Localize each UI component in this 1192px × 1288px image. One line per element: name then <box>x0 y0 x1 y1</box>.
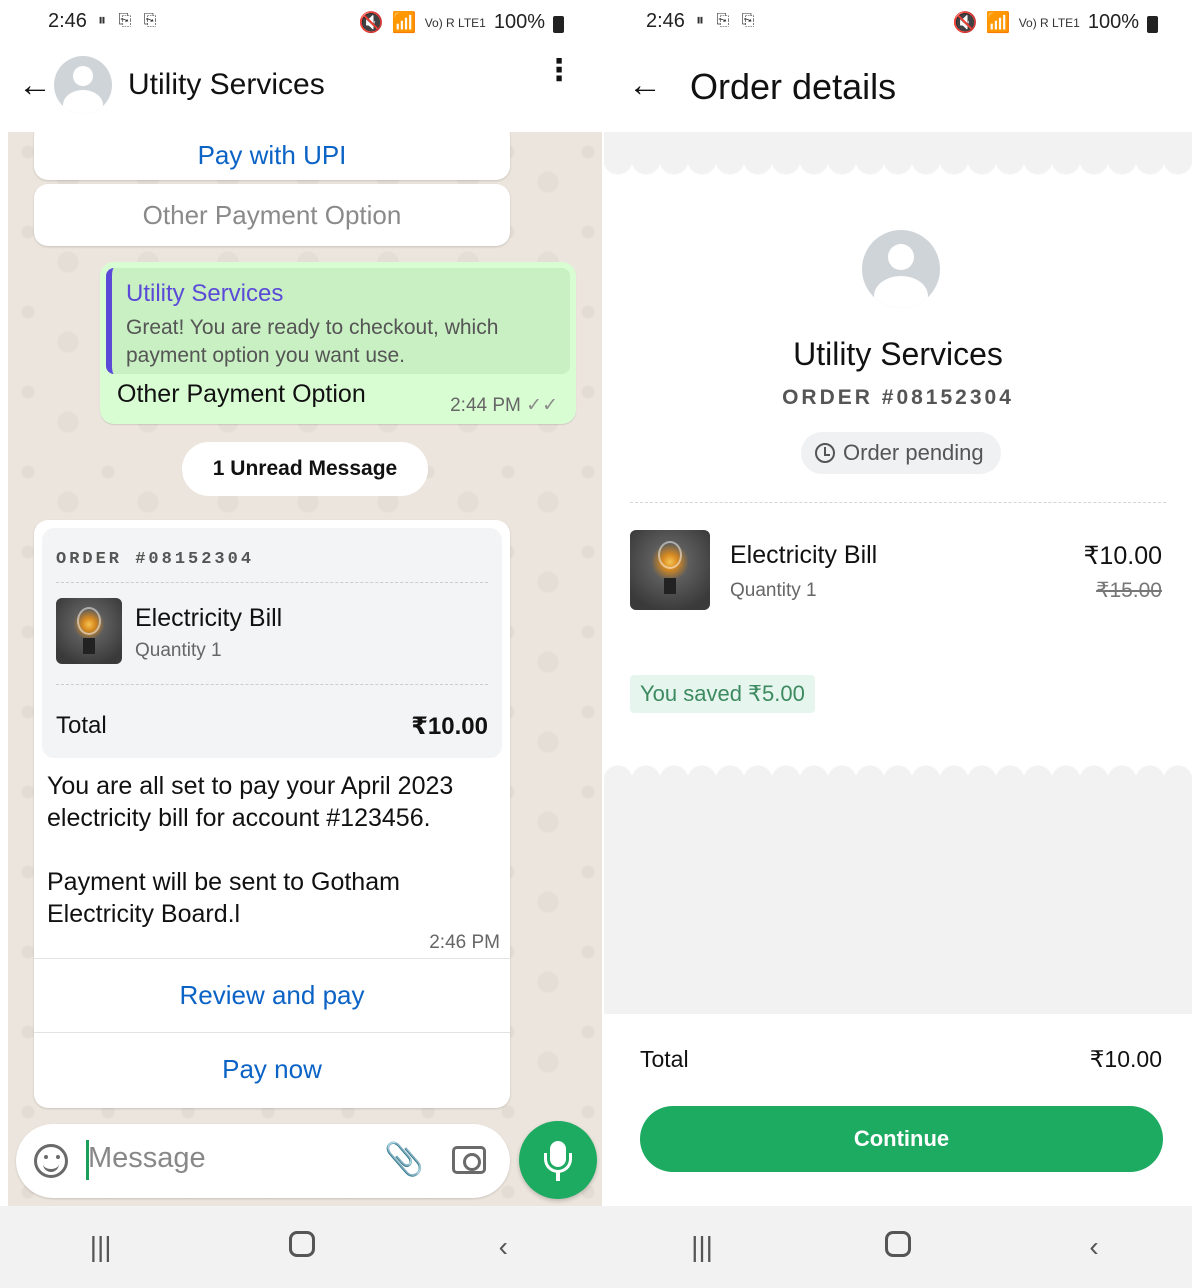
item-name: Electricity Bill <box>135 604 283 632</box>
status-bar: 2:46 ⏸ ⎘ ⎘ 🔇 📶 Vo) R LTE1 100% <box>0 0 604 44</box>
order-message-text: You are all set to pay your April 2023 e… <box>47 770 497 930</box>
chat-header: ← Utility Services ⋮ <box>0 44 604 132</box>
network-label: Vo) R LTE1 <box>1018 15 1080 30</box>
item-name: Electricity Bill <box>730 541 878 569</box>
electricity-bill-thumbnail <box>56 598 122 664</box>
status-time: 2:46 <box>48 10 87 32</box>
wifi-icon: 📶 <box>985 12 1011 34</box>
microphone-icon-arc <box>544 1153 572 1173</box>
home-icon[interactable] <box>868 1230 928 1264</box>
chat-messages[interactable]: Pay with UPI Other Payment Option Utilit… <box>8 132 602 1206</box>
total-label: Total <box>56 712 107 739</box>
notification-icons: ⏸ ⎘ ⎘ <box>696 12 759 29</box>
electricity-bill-thumbnail <box>630 530 710 610</box>
receipt-bottom-background <box>604 780 1192 1014</box>
microphone-icon-stem <box>556 1171 560 1181</box>
continue-button[interactable]: Continue <box>640 1106 1163 1172</box>
camera-icon[interactable] <box>452 1146 486 1174</box>
message-time: 2:44 PM <box>450 395 521 416</box>
total-value: ₹10.00 <box>411 713 488 740</box>
item-quantity: Quantity 1 <box>730 580 817 601</box>
status-bar: 2:46 ⏸ ⎘ ⎘ 🔇 📶 Vo) R LTE1 100% <box>604 0 1192 44</box>
receipt-top-edge <box>604 160 1192 184</box>
battery-text: 100% <box>493 11 545 33</box>
outgoing-message-bubble[interactable]: Utility Services Great! You are ready to… <box>100 262 576 424</box>
order-message-line: You are all set to pay your April 2023 e… <box>47 772 454 832</box>
status-right: 🔇 📶 Vo) R LTE1 100% <box>359 10 564 35</box>
order-status-badge: Order pending <box>801 432 1001 474</box>
home-icon[interactable] <box>272 1230 332 1264</box>
quoted-sender: Utility Services <box>126 280 284 307</box>
order-message-bubble[interactable]: ORDER #08152304 Electricity Bill Quantit… <box>34 520 510 1108</box>
order-message-time: 2:46 PM <box>429 932 500 953</box>
merchant-name: Utility Services <box>793 336 1003 372</box>
wifi-icon: 📶 <box>391 12 417 34</box>
order-details-header: ← Order details <box>604 44 1192 132</box>
back-nav-icon[interactable]: ‹ <box>473 1231 533 1263</box>
pay-with-upi-button[interactable]: Pay with UPI <box>34 132 510 180</box>
divider <box>630 502 1166 503</box>
chat-title[interactable]: Utility Services <box>128 68 325 102</box>
quoted-message[interactable]: Utility Services Great! You are ready to… <box>106 268 570 374</box>
order-number: ORDER #08152304 <box>782 386 1014 409</box>
merchant-avatar <box>862 230 940 308</box>
outgoing-message-time: 2:44 PM ✓✓ <box>450 394 558 417</box>
clock-icon <box>815 443 835 463</box>
avatar[interactable] <box>54 56 112 114</box>
notification-icons: ⏸ ⎘ ⎘ <box>98 12 161 29</box>
battery-icon <box>1147 16 1158 33</box>
system-navigation-bar: ||| ‹ <box>604 1206 1192 1288</box>
pay-now-button[interactable]: Pay now <box>34 1032 510 1106</box>
divider <box>56 582 488 583</box>
page-title: Order details <box>690 66 897 107</box>
review-and-pay-button[interactable]: Review and pay <box>34 958 510 1032</box>
order-summary-card[interactable]: ORDER #08152304 Electricity Bill Quantit… <box>42 528 502 758</box>
unread-messages-badge: 1 Unread Message <box>182 442 428 496</box>
mute-icon: 🔇 <box>952 12 978 34</box>
item-quantity: Quantity 1 <box>135 640 222 661</box>
system-navigation-bar: ||| ‹ <box>0 1206 604 1288</box>
quoted-text: Great! You are ready to checkout, which … <box>126 316 499 367</box>
microphone-button[interactable] <box>519 1121 597 1199</box>
arrow-left-icon[interactable]: ← <box>18 66 52 105</box>
battery-icon <box>553 16 564 33</box>
order-status-text: Order pending <box>843 440 984 465</box>
message-input-bar[interactable]: Message 📎 <box>16 1124 510 1198</box>
attachment-icon[interactable]: 📎 <box>384 1140 424 1178</box>
status-time: 2:46 <box>646 10 685 32</box>
arrow-left-icon[interactable]: ← <box>628 66 662 105</box>
order-message-line: Payment will be sent to Gotham Electrici… <box>47 868 400 928</box>
order-details-screen: 2:46 ⏸ ⎘ ⎘ 🔇 📶 Vo) R LTE1 100% ← Order d… <box>604 0 1192 1288</box>
total-label: Total <box>640 1046 689 1072</box>
divider <box>56 684 488 685</box>
total-value: ₹10.00 <box>1089 1046 1162 1072</box>
network-label: Vo) R LTE1 <box>424 15 486 30</box>
chat-screen: 2:46 ⏸ ⎘ ⎘ 🔇 📶 Vo) R LTE1 100% ← Utility… <box>0 0 604 1288</box>
order-number: ORDER #08152304 <box>56 550 255 569</box>
receipt-bottom-edge <box>604 756 1192 780</box>
other-payment-option-button[interactable]: Other Payment Option <box>34 184 510 246</box>
item-price: ₹10.00 <box>1083 542 1162 570</box>
message-input[interactable]: Message <box>88 1142 206 1175</box>
savings-badge: You saved ₹5.00 <box>630 675 815 713</box>
emoji-icon[interactable] <box>34 1144 68 1178</box>
more-vertical-icon[interactable]: ⋮ <box>544 56 574 86</box>
double-check-icon: ✓✓ <box>526 395 558 416</box>
battery-text: 100% <box>1087 11 1139 33</box>
item-original-price: ₹15.00 <box>1096 579 1162 602</box>
back-nav-icon[interactable]: ‹ <box>1064 1231 1124 1263</box>
recent-apps-icon[interactable]: ||| <box>71 1231 131 1263</box>
status-right: 🔇 📶 Vo) R LTE1 100% <box>953 10 1158 35</box>
recent-apps-icon[interactable]: ||| <box>672 1231 732 1263</box>
outgoing-message-text: Other Payment Option <box>117 380 366 408</box>
mute-icon: 🔇 <box>358 12 384 34</box>
